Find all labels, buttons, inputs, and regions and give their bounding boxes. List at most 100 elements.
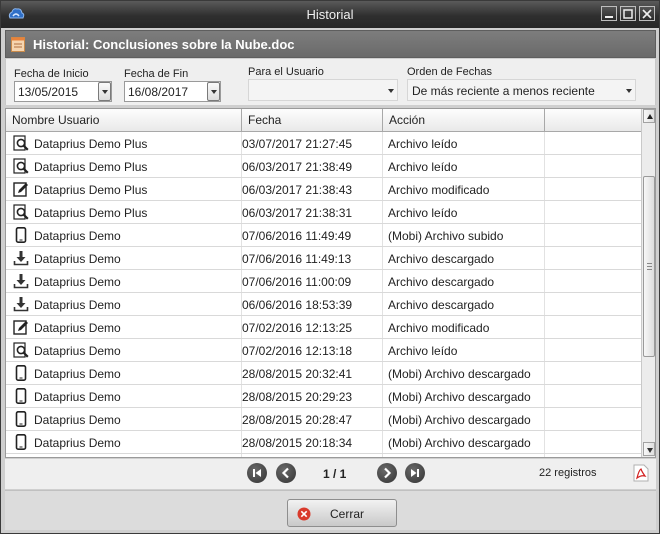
column-header-date[interactable]: Fecha: [242, 109, 383, 131]
start-date-field[interactable]: 13/05/2015: [14, 81, 112, 102]
table-row[interactable]: Dataprius Demo 28/08/2015 20:32:41 (Mobi) …: [6, 362, 642, 385]
chevron-up-icon: [647, 114, 653, 119]
cell-user: Dataprius Demo: [6, 362, 236, 384]
end-date-label: Fecha de Fin: [124, 68, 189, 80]
minimize-button[interactable]: [601, 6, 617, 21]
view-icon: [13, 158, 29, 174]
cell-action: (Mobi) Archivo descargado: [388, 436, 531, 450]
cell-action: Archivo leído: [388, 344, 458, 358]
scroll-down-button[interactable]: [643, 442, 655, 456]
title-bar[interactable]: Historial: [1, 1, 659, 28]
cell-date: 28/08/2015 20:32:41: [242, 367, 353, 381]
scroll-thumb[interactable]: [643, 176, 655, 357]
start-date-value: 13/05/2015: [18, 85, 79, 99]
cell-user-text: Dataprius Demo: [34, 367, 121, 381]
table-header: Nombre Usuario Fecha Acción: [6, 109, 642, 132]
scroll-up-button[interactable]: [643, 109, 655, 123]
table-row[interactable]: Dataprius Demo Plus 06/03/2017 21:38:49 Ar…: [6, 155, 642, 178]
cell-action: (Mobi) Archivo descargado: [388, 390, 531, 404]
cell-action: Archivo descargado: [388, 275, 495, 289]
end-date-value: 16/08/2017: [128, 85, 189, 99]
cell-user: Dataprius Demo Plus: [6, 132, 236, 154]
cell-user-text: Dataprius Demo: [34, 229, 121, 243]
user-filter-label: Para el Usuario: [248, 66, 324, 78]
close-window-button[interactable]: [639, 6, 655, 21]
column-header-user[interactable]: Nombre Usuario: [6, 109, 242, 131]
record-count: 22 registros: [539, 467, 597, 479]
mobile-icon: [13, 434, 29, 450]
cell-action: Archivo leído: [388, 137, 458, 151]
table-row[interactable]: Dataprius Demo Plus 06/03/2017 21:38:43 Ar…: [6, 178, 642, 201]
user-filter-select[interactable]: [248, 79, 398, 101]
cell-date: 06/03/2017 21:38:49: [242, 160, 353, 174]
end-date-field[interactable]: 16/08/2017: [124, 81, 221, 102]
window-title: Historial: [306, 7, 354, 22]
cell-user: Dataprius Demo: [6, 316, 236, 338]
order-select[interactable]: De más reciente a menos reciente: [407, 79, 636, 101]
table-row[interactable]: Dataprius Demo 06/06/2016 18:53:39 Archivo…: [6, 293, 642, 316]
maximize-button[interactable]: [620, 6, 636, 21]
cell-user-text: Dataprius Demo: [34, 298, 121, 312]
table-row[interactable]: Dataprius Demo 07/02/2016 12:13:25 Archivo…: [6, 316, 642, 339]
table-row[interactable]: Dataprius Demo 28/08/2015 20:28:47 (Mobi) …: [6, 408, 642, 431]
cell-action: (Mobi) Archivo descargado: [388, 413, 531, 427]
end-date-spinner[interactable]: [207, 82, 220, 101]
table-row[interactable]: Dataprius Demo Plus 06/03/2017 21:38:31 Ar…: [6, 201, 642, 224]
mobile-icon: [13, 411, 29, 427]
download-icon: [13, 273, 29, 289]
cell-user-text: Dataprius Demo: [34, 252, 121, 266]
history-table[interactable]: Nombre Usuario Fecha Acción Dataprius De…: [5, 108, 656, 458]
chevron-down-icon: [102, 90, 108, 94]
chevron-down-icon: [211, 90, 217, 94]
table-row[interactable]: Dataprius Demo 07/06/2016 11:00:09 Archivo…: [6, 270, 642, 293]
next-page-button[interactable]: [377, 463, 397, 483]
cell-action: Archivo leído: [388, 206, 458, 220]
table-row[interactable]: Dataprius Demo 07/06/2016 11:49:13 Archivo…: [6, 247, 642, 270]
close-icon: [642, 9, 652, 19]
cell-user-text: Dataprius Demo: [34, 275, 121, 289]
table-row[interactable]: Dataprius Demo Plus 03/07/2017 21:27:45 Ar…: [6, 132, 642, 155]
cell-user-text: Dataprius Demo: [34, 390, 121, 404]
cell-user: Dataprius Demo Plus: [6, 155, 236, 177]
minimize-icon: [605, 16, 613, 18]
column-header-action[interactable]: Acción: [383, 109, 545, 131]
history-list-icon: [11, 37, 25, 52]
cell-user: Dataprius Demo: [6, 431, 236, 453]
chevron-down-icon: [388, 89, 394, 93]
previous-page-button[interactable]: [276, 463, 296, 483]
pdf-export-icon[interactable]: [633, 464, 649, 482]
last-page-button[interactable]: [405, 463, 425, 483]
mobile-icon: [13, 227, 29, 243]
cell-date: 06/06/2016 18:53:39: [242, 298, 353, 312]
cell-user-text: Dataprius Demo: [34, 436, 121, 450]
filter-bar: Fecha de Inicio 13/05/2015 Fecha de Fin …: [5, 59, 656, 105]
table-row[interactable]: Dataprius Demo 07/06/2016 11:49:49 (Mobi) …: [6, 224, 642, 247]
start-date-label: Fecha de Inicio: [14, 68, 89, 80]
document-header: Historial: Conclusiones sobre la Nube.do…: [5, 30, 656, 58]
cell-user: Dataprius Demo: [6, 270, 236, 292]
cell-date: 07/02/2016 12:13:18: [242, 344, 353, 358]
vertical-scrollbar[interactable]: [641, 109, 655, 457]
cell-user: Dataprius Demo: [6, 408, 236, 430]
first-page-icon: [253, 469, 261, 477]
cell-date: 07/06/2016 11:49:13: [242, 252, 352, 266]
cell-user-text: Dataprius Demo Plus: [34, 183, 148, 197]
edit-icon: [13, 319, 29, 335]
first-page-button[interactable]: [247, 463, 267, 483]
cell-user: Dataprius Demo: [6, 247, 236, 269]
table-row[interactable]: Dataprius Demo 07/02/2016 12:13:18 Archivo…: [6, 339, 642, 362]
chevron-left-icon: [281, 467, 289, 479]
cell-user-text: Dataprius Demo Plus: [34, 160, 148, 174]
order-value: De más reciente a menos reciente: [412, 84, 595, 98]
table-row[interactable]: Dataprius Demo 28/08/2015 20:29:23 (Mobi) …: [6, 385, 642, 408]
close-button[interactable]: Cerrar: [287, 499, 397, 527]
cell-action: Archivo descargado: [388, 252, 495, 266]
view-icon: [13, 135, 29, 151]
close-button-label: Cerrar: [330, 507, 365, 521]
document-title: Historial: Conclusiones sobre la Nube.do…: [33, 37, 295, 52]
table-row[interactable]: Dataprius Demo 28/08/2015 20:18:34 (Mobi) …: [6, 431, 642, 454]
start-date-spinner[interactable]: [98, 82, 111, 101]
cell-user: Dataprius Demo: [6, 293, 236, 315]
cell-user: Dataprius Demo: [6, 224, 236, 246]
history-window: Historial Historial: Conclusiones sobre …: [0, 0, 660, 534]
